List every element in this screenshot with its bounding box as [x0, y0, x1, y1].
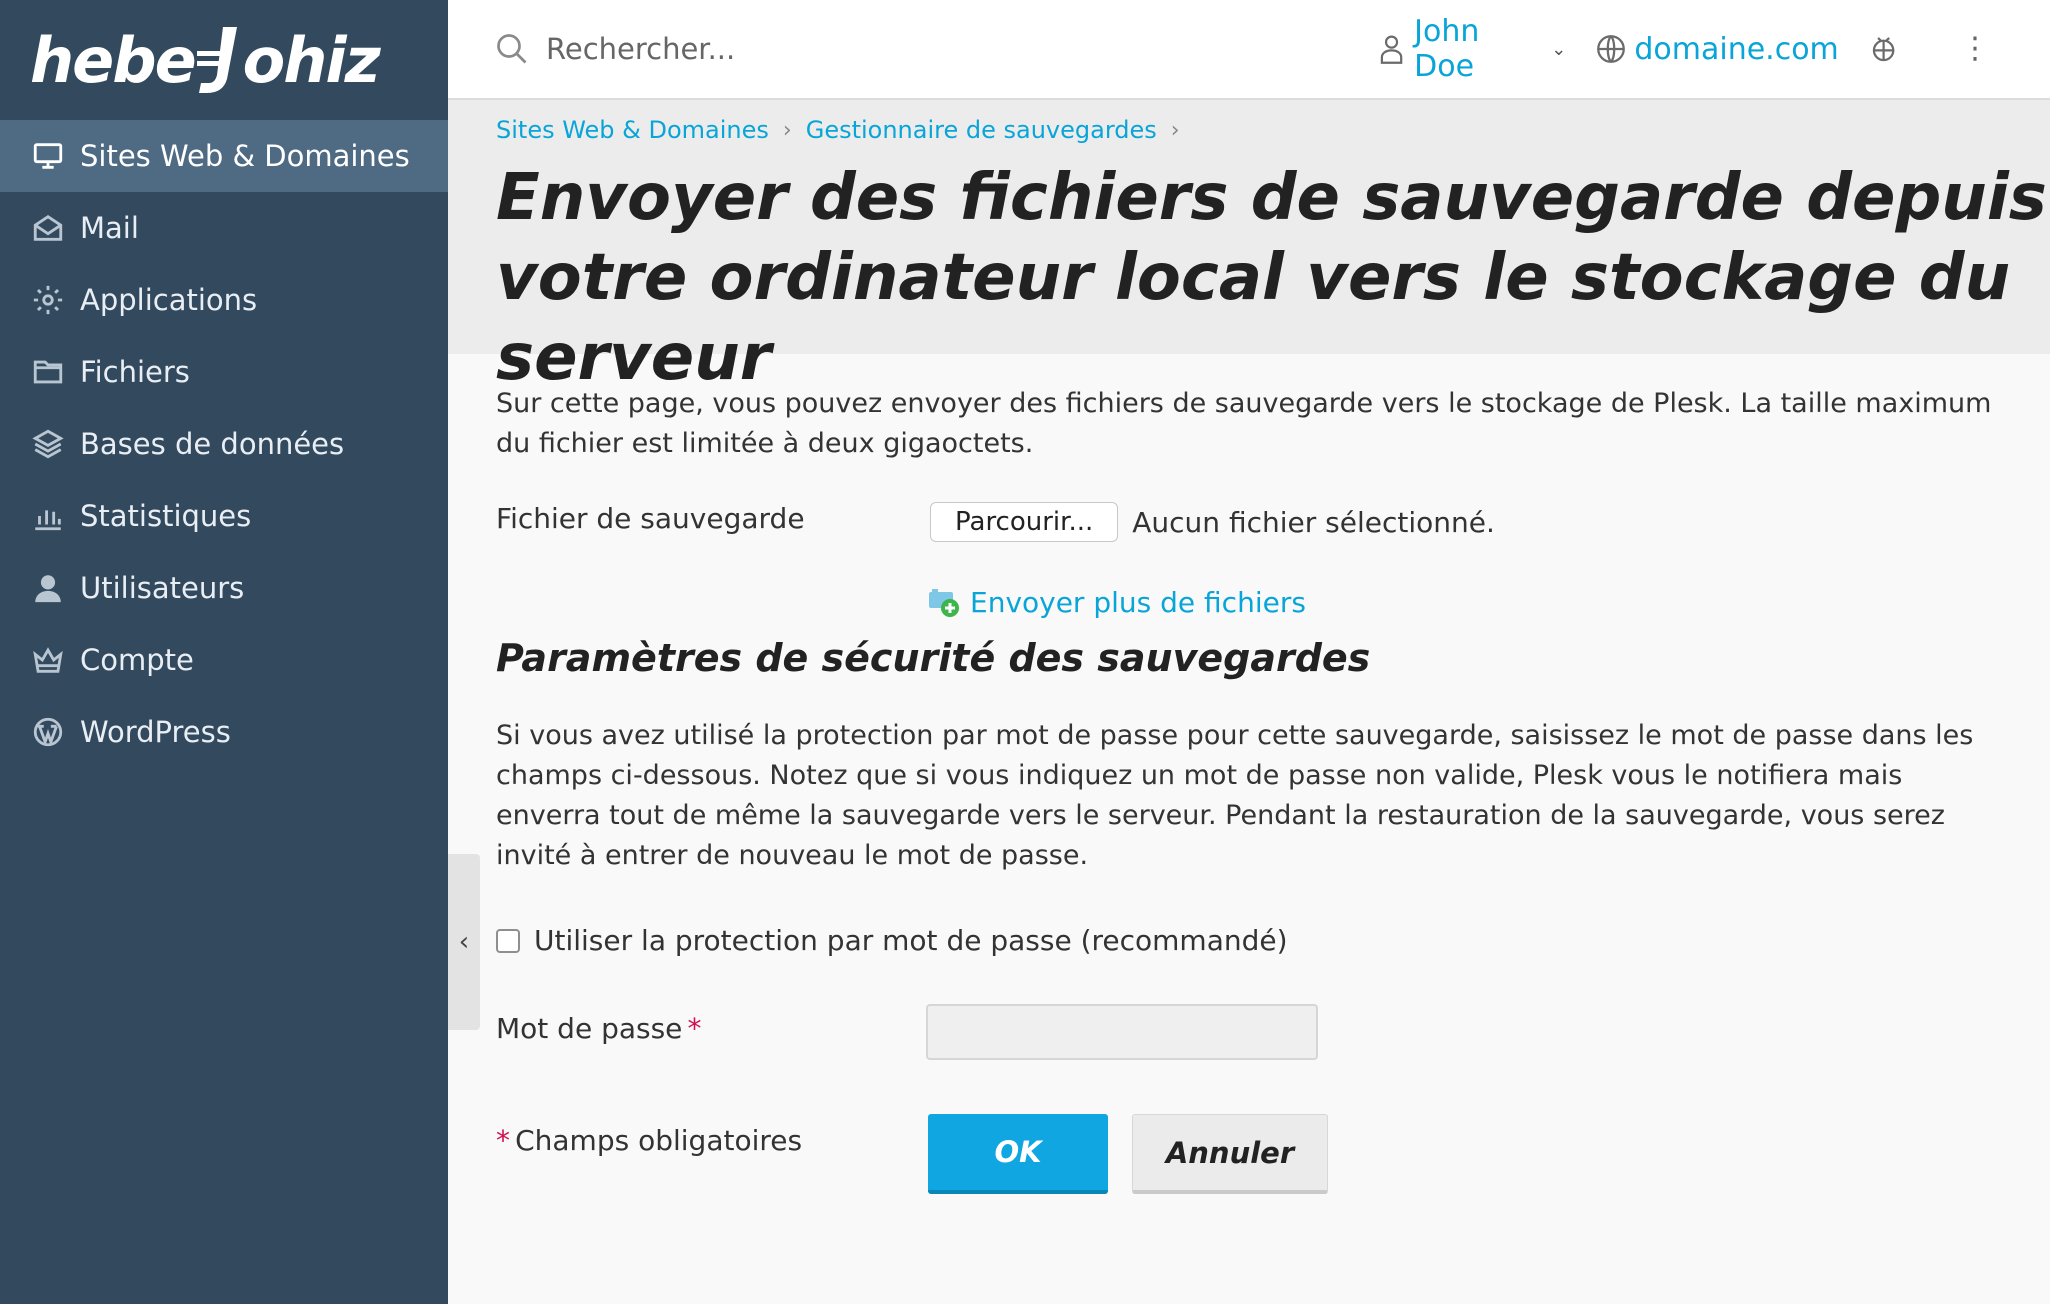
use-password-label: Utiliser la protection par mot de passe … — [534, 924, 1288, 957]
crown-icon — [30, 642, 66, 678]
ok-button[interactable]: OK — [928, 1114, 1108, 1194]
cancel-button[interactable]: Annuler — [1132, 1114, 1328, 1194]
sidebar-nav: Sites Web & Domaines Mail Applications F… — [0, 120, 448, 768]
sidebar-item-applications[interactable]: Applications — [0, 264, 448, 336]
globe-icon — [1597, 35, 1626, 63]
sidebar: hebe ohiz Sites Web & Domaines Mail Appl… — [0, 0, 448, 1304]
required-asterisk: * — [496, 1124, 510, 1157]
feedback-bug-icon[interactable] — [1867, 32, 1900, 66]
security-section-title: Paramètres de sécurité des sauvegardes — [496, 636, 1371, 680]
user-icon — [30, 570, 66, 606]
sidebar-item-label: Mail — [80, 211, 139, 245]
sidebar-item-statistics[interactable]: Statistiques — [0, 480, 448, 552]
intro-text: Sur cette page, vous pouvez envoyer des … — [496, 388, 1992, 459]
password-label: Mot de passe * — [496, 1012, 702, 1045]
sidebar-collapse-button[interactable]: ‹ — [448, 854, 480, 1030]
browse-button[interactable]: Parcourir... — [930, 502, 1119, 542]
sidebar-item-account[interactable]: Compte — [0, 624, 448, 696]
main-content: Sur cette page, vous pouvez envoyer des … — [496, 354, 2006, 491]
required-fields-note: * Champs obligatoires — [496, 1124, 802, 1157]
chevron-right-icon: › — [782, 117, 792, 143]
logo-j-mark-icon — [196, 27, 237, 93]
upload-more-files-link[interactable]: Envoyer plus de fichiers — [928, 586, 1306, 619]
mail-icon — [30, 210, 66, 246]
sidebar-item-label: Utilisateurs — [80, 571, 245, 605]
more-options-icon[interactable]: ⋮ — [1960, 34, 1990, 64]
wordpress-icon — [30, 714, 66, 750]
top-bar: John Doe ⌄ domaine.com ⋮ — [448, 0, 2050, 100]
sidebar-item-label: Applications — [80, 283, 258, 317]
logo-text-right: ohiz — [242, 23, 381, 97]
upload-more-files-label: Envoyer plus de fichiers — [970, 586, 1306, 619]
sidebar-item-websites-domains[interactable]: Sites Web & Domaines — [0, 120, 448, 192]
logo-wordmark: hebe ohiz — [30, 21, 381, 99]
form-actions: OK Annuler — [928, 1114, 1328, 1194]
sidebar-item-label: WordPress — [80, 715, 231, 749]
monitor-icon — [30, 138, 66, 174]
search-input[interactable] — [544, 31, 1248, 67]
chevron-right-icon: › — [1170, 117, 1180, 143]
bar-chart-icon — [30, 498, 66, 534]
use-password-option[interactable]: Utiliser la protection par mot de passe … — [496, 924, 1288, 957]
sidebar-item-label: Statistiques — [80, 499, 252, 533]
search-box — [494, 31, 1347, 67]
top-right-controls: John Doe ⌄ domaine.com ⋮ — [1347, 14, 1990, 84]
breadcrumb-item-websites-domains[interactable]: Sites Web & Domaines — [496, 116, 769, 144]
user-icon — [1380, 35, 1403, 64]
page-header: Sites Web & Domaines › Gestionnaire de s… — [448, 100, 2050, 395]
gear-icon — [30, 282, 66, 318]
chevron-down-icon: ⌄ — [1551, 38, 1567, 60]
sidebar-item-files[interactable]: Fichiers — [0, 336, 448, 408]
chevron-left-icon: ‹ — [458, 927, 470, 957]
add-files-icon — [929, 588, 959, 617]
user-name: John Doe — [1414, 14, 1480, 84]
domain-name: domaine.com — [1634, 31, 1839, 67]
sidebar-item-label: Fichiers — [80, 355, 190, 389]
required-asterisk: * — [687, 1012, 702, 1045]
password-field-wrap — [926, 1004, 1318, 1060]
search-icon — [497, 34, 527, 64]
sidebar-item-label: Compte — [80, 643, 194, 677]
logo-text-left: hebe — [30, 23, 197, 97]
backup-file-label: Fichier de sauvegarde — [496, 502, 805, 535]
breadcrumb: Sites Web & Domaines › Gestionnaire de s… — [496, 116, 2050, 144]
password-label-text: Mot de passe — [496, 1012, 683, 1045]
user-menu[interactable]: John Doe ⌄ — [1375, 14, 1566, 84]
brand-logo[interactable]: hebe ohiz — [0, 0, 448, 120]
database-layers-icon — [30, 426, 66, 462]
folder-icon — [30, 354, 66, 390]
security-description: Si vous avez utilisé la protection par m… — [496, 720, 1974, 871]
password-field[interactable] — [926, 1004, 1318, 1060]
domain-link[interactable]: domaine.com — [1594, 31, 1839, 67]
required-note-text: Champs obligatoires — [515, 1124, 803, 1157]
sidebar-item-databases[interactable]: Bases de données — [0, 408, 448, 480]
sidebar-item-label: Sites Web & Domaines — [80, 139, 410, 173]
sidebar-item-label: Bases de données — [80, 427, 345, 461]
sidebar-item-users[interactable]: Utilisateurs — [0, 552, 448, 624]
sidebar-item-mail[interactable]: Mail — [0, 192, 448, 264]
breadcrumb-item-backup-manager[interactable]: Gestionnaire de sauvegardes — [806, 116, 1157, 144]
use-password-checkbox[interactable] — [496, 928, 520, 953]
sidebar-item-wordpress[interactable]: WordPress — [0, 696, 448, 768]
backup-file-label-text: Fichier de sauvegarde — [496, 502, 805, 535]
no-file-selected-text: Aucun fichier sélectionné. — [1132, 505, 1495, 539]
file-picker: Parcourir... Aucun fichier sélectionné. — [930, 502, 1495, 542]
